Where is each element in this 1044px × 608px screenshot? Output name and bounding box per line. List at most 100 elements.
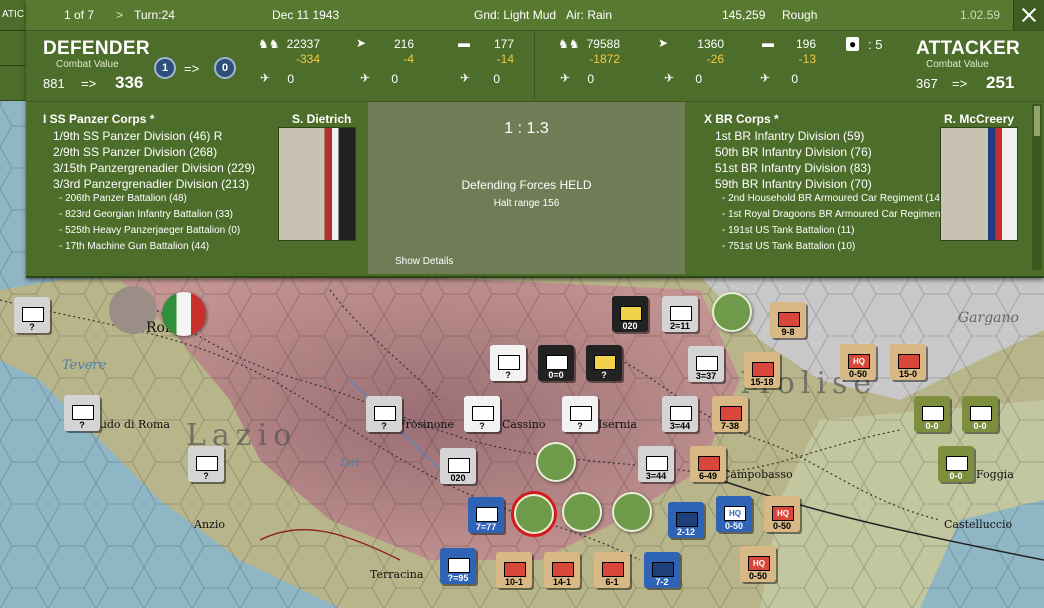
unit-counter[interactable]: 15-18 bbox=[744, 352, 780, 388]
defender-air-1: 0 bbox=[287, 72, 294, 86]
attacker-unit[interactable]: 59th BR Infantry Division (70) bbox=[715, 177, 872, 191]
support-icon: ● bbox=[846, 37, 860, 51]
show-details-link[interactable]: Show Details bbox=[395, 256, 453, 267]
defender-subunit[interactable]: - 17th Machine Gun Battalion (44) bbox=[59, 241, 209, 252]
unit-counter[interactable]: 020 bbox=[612, 296, 648, 332]
place-terracina: Terracina bbox=[370, 568, 424, 581]
unit-counter[interactable]: 0-0 bbox=[938, 446, 974, 482]
attacker-cv-label: Combat Value bbox=[926, 59, 989, 70]
unit-counter[interactable]: 6-49 bbox=[690, 446, 726, 482]
defender-subunit[interactable]: - 823rd Georgian Infantry Battalion (33) bbox=[59, 209, 233, 220]
place-gargano: Gargano bbox=[958, 310, 1019, 326]
attacker-tanks-loss: -13 bbox=[798, 52, 816, 66]
unit-counter[interactable]: 7-38 bbox=[712, 396, 748, 432]
defender-air-2: 0 bbox=[391, 72, 398, 86]
defender-air-3: 0 bbox=[493, 72, 500, 86]
attacker-subunit[interactable]: - 2nd Household BR Armoured Car Regiment… bbox=[722, 193, 943, 204]
unit-counter[interactable]: 10-1 bbox=[496, 552, 532, 588]
attacker-subunit[interactable]: - 751st US Tank Battalion (10) bbox=[722, 241, 855, 252]
combat-summary: DEFENDER Combat Value 881 => 336 1 => 0 … bbox=[26, 31, 1044, 102]
attacker-subunit[interactable]: - 1st Royal Dragoons BR Armoured Car Reg… bbox=[722, 209, 964, 220]
place-isernia: Isernia bbox=[598, 418, 637, 431]
unit-counter[interactable]: 2=11 bbox=[662, 296, 698, 332]
attacker-subunit[interactable]: - 191st US Tank Battalion (11) bbox=[722, 225, 854, 236]
unit-counter[interactable]: 0-0 bbox=[914, 396, 950, 432]
side-tab[interactable] bbox=[0, 66, 26, 101]
unit-counter-armor[interactable] bbox=[562, 492, 602, 532]
side-tab[interactable] bbox=[0, 31, 26, 66]
unit-counter[interactable]: 14-1 bbox=[544, 552, 580, 588]
defender-title: DEFENDER bbox=[43, 38, 150, 59]
attacker-detail: X BR Corps * R. McCreery 1st BR Infantry… bbox=[686, 102, 1044, 274]
place-castelluccio: Castelluccio bbox=[944, 518, 1013, 531]
unit-counter[interactable]: ?=95 bbox=[440, 548, 476, 584]
defender-corps: I SS Panzer Corps * bbox=[43, 112, 155, 126]
unit-counter[interactable]: 020 bbox=[440, 448, 476, 484]
unit-counter[interactable]: 2-12 bbox=[668, 502, 704, 538]
unit-counter-armor[interactable] bbox=[612, 492, 652, 532]
defender-unit[interactable]: 3/15th Panzergrenadier Division (229) bbox=[53, 161, 255, 175]
next-page-arrow[interactable]: > bbox=[116, 8, 123, 22]
attacker-men: 79588 bbox=[586, 37, 620, 51]
ratio-after-badge: 0 bbox=[214, 57, 236, 79]
defender-tanks: 177 bbox=[493, 37, 514, 51]
defender-men: 22337 bbox=[286, 37, 320, 51]
turn-label: Turn:24 bbox=[134, 8, 175, 22]
defender-unit[interactable]: 1/9th SS Panzer Division (46) R bbox=[53, 129, 222, 143]
unit-counter-hq[interactable]: HQ 0-50 bbox=[716, 496, 752, 532]
artillery-icon: ➤ bbox=[356, 36, 367, 50]
unit-counter[interactable]: ? bbox=[366, 396, 402, 432]
unit-counter[interactable]: 7=77 bbox=[468, 497, 504, 533]
place-frosinone: Frosinone bbox=[398, 418, 454, 431]
unit-counter-hq[interactable]: HQ 0-50 bbox=[740, 546, 776, 582]
unit-counter[interactable]: 6-1 bbox=[594, 552, 630, 588]
unit-counter[interactable]: 9-8 bbox=[770, 302, 806, 338]
artillery-icon: ➤ bbox=[658, 36, 669, 50]
defender-subunit[interactable]: - 525th Heavy Panzerjaeger Battalion (0) bbox=[59, 225, 240, 236]
unit-counter-hq[interactable]: HQ 0-50 bbox=[764, 496, 800, 532]
unit-counter[interactable]: ? bbox=[188, 446, 224, 482]
unit-counter[interactable]: ? bbox=[562, 396, 598, 432]
unit-counter[interactable]: 15-0 bbox=[890, 344, 926, 380]
attacker-guns-loss: -26 bbox=[706, 52, 724, 66]
unit-counter-armor[interactable] bbox=[712, 292, 752, 332]
side-tab[interactable]: ATIC bbox=[0, 0, 26, 31]
attacker-cv-after: 251 bbox=[986, 73, 1015, 92]
unit-counter[interactable]: ? bbox=[490, 345, 526, 381]
attacker-guns: 1360 bbox=[697, 37, 724, 51]
ratio-before-badge: 1 bbox=[154, 57, 176, 79]
place-campobasso: Campobasso bbox=[722, 468, 793, 481]
unit-counter-hq[interactable]: HQ 0-50 bbox=[840, 344, 876, 380]
unit-counter[interactable]: ? bbox=[586, 345, 622, 381]
unit-counter[interactable]: ? bbox=[14, 297, 50, 333]
attacker-leader: R. McCreery bbox=[944, 112, 1015, 126]
combat-result: 1 : 1.3 Defending Forces HELD Halt range… bbox=[368, 102, 685, 274]
unit-counter[interactable]: 3=44 bbox=[662, 396, 698, 432]
attacker-bonus: : 5 bbox=[868, 37, 883, 52]
unit-counter[interactable]: ? bbox=[64, 395, 100, 431]
unit-counter[interactable]: 3=37 bbox=[688, 346, 724, 382]
place-cassino: Cassino bbox=[502, 418, 546, 431]
defender-cv-arrow: => bbox=[81, 76, 97, 91]
combat-ratio: 1 : 1.3 bbox=[504, 120, 549, 137]
close-icon[interactable] bbox=[1013, 0, 1044, 30]
attacker-unit[interactable]: 50th BR Infantry Division (76) bbox=[715, 145, 872, 159]
detail-scrollbar[interactable] bbox=[1032, 104, 1042, 270]
defender-subunit[interactable]: - 206th Panzer Battalion (48) bbox=[59, 193, 187, 204]
halt-range: Halt range 156 bbox=[493, 198, 560, 209]
attacker-unit[interactable]: 1st BR Infantry Division (59) bbox=[715, 129, 864, 143]
rome-flag-icon bbox=[162, 292, 206, 336]
defender-unit[interactable]: 2/9th SS Panzer Division (268) bbox=[53, 145, 217, 159]
attacker-unit[interactable]: 51st BR Infantry Division (83) bbox=[715, 161, 871, 175]
unit-counter[interactable]: 0-0 bbox=[962, 396, 998, 432]
divider bbox=[534, 31, 535, 101]
selected-unit-armor[interactable] bbox=[514, 494, 554, 534]
defender-detail: I SS Panzer Corps * S. Dietrich 1/9th SS… bbox=[26, 102, 366, 274]
unit-counter[interactable]: 0=0 bbox=[538, 345, 574, 381]
unit-counter-armor[interactable] bbox=[536, 442, 576, 482]
unit-counter[interactable]: ? bbox=[464, 396, 500, 432]
unit-counter[interactable]: 3=44 bbox=[638, 446, 674, 482]
combat-outcome: Defending Forces HELD bbox=[461, 178, 592, 192]
unit-counter[interactable]: 7-2 bbox=[644, 552, 680, 588]
defender-unit[interactable]: 3/3rd Panzergrenadier Division (213) bbox=[53, 177, 249, 191]
